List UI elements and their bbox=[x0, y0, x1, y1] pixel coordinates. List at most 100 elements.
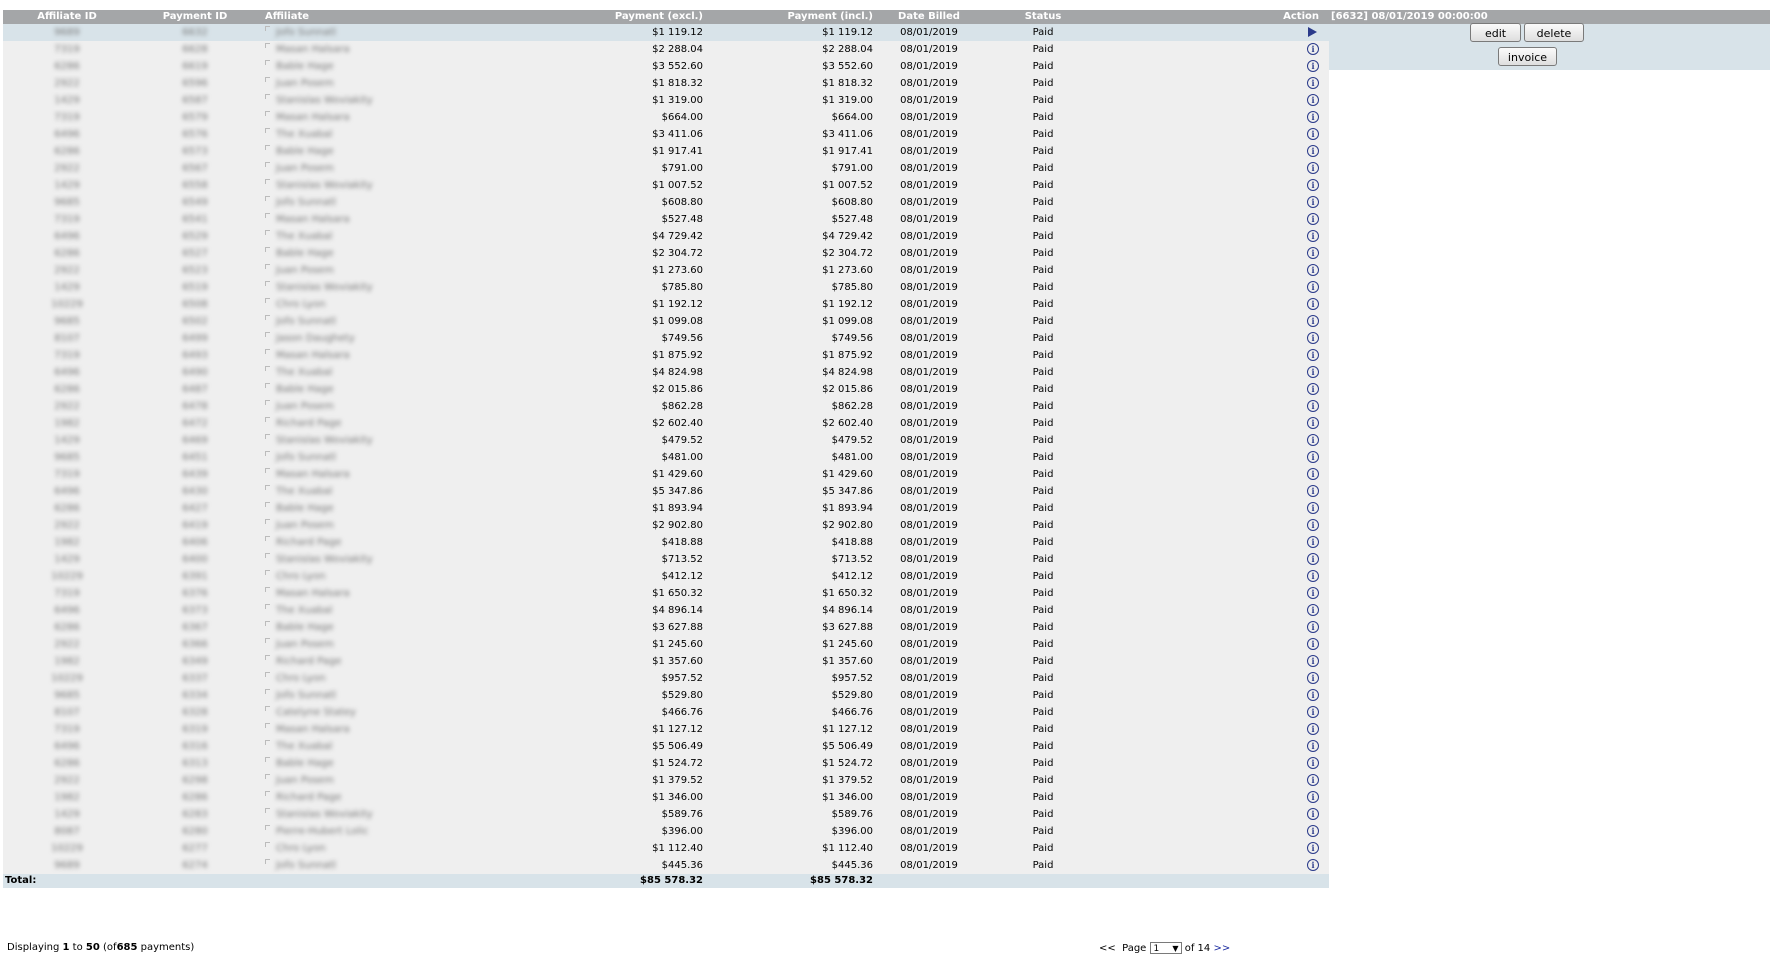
table-row[interactable]: 9685 6502 Jofo Sunnatl $1 099.08 $1 099.08 08… bbox=[3, 313, 1329, 330]
table-row[interactable]: 1429 6519 Stanislas Woviakity $785.80 $785.8… bbox=[3, 279, 1329, 296]
table-row[interactable]: 6286 6313 Bable Hage $1 524.72 $1 524.72 08/0… bbox=[3, 755, 1329, 772]
info-icon[interactable]: i bbox=[1307, 842, 1319, 854]
affiliate-name[interactable]: Masan Halsara bbox=[276, 214, 350, 225]
info-icon[interactable]: i bbox=[1307, 706, 1319, 718]
table-row[interactable]: 8107 6499 Jason Daughety $749.56 $749.56 08/0… bbox=[3, 330, 1329, 347]
table-row[interactable]: 8087 6280 Pierre-Hubert Lolic $396.00 $396.0… bbox=[3, 823, 1329, 840]
affiliate-name[interactable]: Pierre-Hubert Lolic bbox=[276, 826, 368, 837]
table-row[interactable]: 1982 6286 Richard Page $1 346.00 $1 346.00 08… bbox=[3, 789, 1329, 806]
info-icon[interactable]: i bbox=[1307, 196, 1319, 208]
affiliate-name[interactable]: Stanislas Woviakity bbox=[276, 180, 373, 191]
info-icon[interactable]: i bbox=[1307, 315, 1319, 327]
info-icon[interactable]: i bbox=[1307, 451, 1319, 463]
affiliate-name[interactable]: Jofo Sunnatl bbox=[276, 860, 336, 871]
table-row[interactable]: 7319 6541 Masan Halsara $527.48 $527.48 08/01… bbox=[3, 211, 1329, 228]
info-icon[interactable]: i bbox=[1307, 60, 1319, 72]
affiliate-name[interactable]: The Xuabal bbox=[276, 605, 332, 616]
info-icon[interactable]: i bbox=[1307, 281, 1319, 293]
info-icon[interactable]: i bbox=[1307, 723, 1319, 735]
affiliate-name[interactable]: Jofo Sunnatl bbox=[276, 197, 336, 208]
info-icon[interactable]: i bbox=[1307, 128, 1319, 140]
affiliate-name[interactable]: Masan Halsara bbox=[276, 469, 350, 480]
affiliate-name[interactable]: Jofo Sunnatl bbox=[276, 27, 336, 38]
affiliate-name[interactable]: Chro Lyon bbox=[276, 843, 326, 854]
table-row[interactable]: 2922 6298 Juan Posem $1 379.52 $1 379.52 08/0… bbox=[3, 772, 1329, 789]
info-icon[interactable]: i bbox=[1307, 587, 1319, 599]
info-icon[interactable]: i bbox=[1307, 485, 1319, 497]
info-icon[interactable]: i bbox=[1307, 383, 1319, 395]
table-row[interactable]: 1429 6558 Stanislas Woviakity $1 007.52 $1 0… bbox=[3, 177, 1329, 194]
affiliate-name[interactable]: Masan Halsara bbox=[276, 588, 350, 599]
affiliate-name[interactable]: Juan Posem bbox=[276, 163, 334, 174]
info-icon[interactable]: i bbox=[1307, 468, 1319, 480]
table-row[interactable]: 6496 6576 The Xuabal $3 411.06 $3 411.06 08/0… bbox=[3, 126, 1329, 143]
col-date-billed[interactable]: Date Billed bbox=[879, 10, 979, 24]
table-row[interactable]: 6286 6487 Bable Hage $2 015.86 $2 015.86 08/0… bbox=[3, 381, 1329, 398]
table-row[interactable]: 2922 6523 Juan Posem $1 273.60 $1 273.60 08/0… bbox=[3, 262, 1329, 279]
info-icon[interactable]: i bbox=[1307, 638, 1319, 650]
table-row[interactable]: 1429 6469 Stanislas Woviakity $479.52 $479.5… bbox=[3, 432, 1329, 449]
delete-button[interactable]: delete bbox=[1524, 23, 1584, 42]
info-icon[interactable]: i bbox=[1307, 825, 1319, 837]
affiliate-name[interactable]: Masan Halsara bbox=[276, 350, 350, 361]
table-row[interactable]: 6496 6490 The Xuabal $4 824.98 $4 824.98 08/0… bbox=[3, 364, 1329, 381]
affiliate-name[interactable]: Stanislas Woviakity bbox=[276, 554, 373, 565]
info-icon[interactable]: i bbox=[1307, 740, 1319, 752]
affiliate-name[interactable]: Chro Lyon bbox=[276, 299, 326, 310]
affiliate-name[interactable]: Richard Page bbox=[276, 418, 341, 429]
table-row[interactable]: 1429 6283 Stanislas Woviakity $589.76 $589.7… bbox=[3, 806, 1329, 823]
info-icon[interactable]: i bbox=[1307, 536, 1319, 548]
table-row[interactable]: 7319 6493 Masan Halsara $1 875.92 $1 875.92 0… bbox=[3, 347, 1329, 364]
play-icon[interactable] bbox=[1308, 27, 1317, 37]
info-icon[interactable]: i bbox=[1307, 298, 1319, 310]
affiliate-name[interactable]: Chro Lyon bbox=[276, 571, 326, 582]
info-icon[interactable]: i bbox=[1307, 264, 1319, 276]
info-icon[interactable]: i bbox=[1307, 519, 1319, 531]
affiliate-name[interactable]: Jofo Sunnatl bbox=[276, 690, 336, 701]
info-icon[interactable]: i bbox=[1307, 94, 1319, 106]
table-row[interactable]: 7319 6319 Masan Halsara $1 127.12 $1 127.12 0… bbox=[3, 721, 1329, 738]
col-affiliate-id[interactable]: Affiliate ID bbox=[3, 10, 131, 24]
affiliate-name[interactable]: Bable Hage bbox=[276, 61, 334, 72]
info-icon[interactable]: i bbox=[1307, 417, 1319, 429]
info-icon[interactable]: i bbox=[1307, 655, 1319, 667]
info-icon[interactable]: i bbox=[1307, 43, 1319, 55]
info-icon[interactable]: i bbox=[1307, 808, 1319, 820]
table-row[interactable]: 1429 6400 Stanislas Woviakity $713.52 $713.5… bbox=[3, 551, 1329, 568]
affiliate-name[interactable]: Stanislas Woviakity bbox=[276, 809, 373, 820]
table-row[interactable]: 6286 6573 Bable Hage $1 917.41 $1 917.41 08/0… bbox=[3, 143, 1329, 160]
table-row[interactable]: 6286 6619 Bable Hage $3 552.60 $3 552.60 08/0… bbox=[3, 58, 1329, 75]
col-affiliate[interactable]: Affiliate bbox=[259, 10, 423, 24]
info-icon[interactable]: i bbox=[1307, 604, 1319, 616]
affiliate-name[interactable]: Juan Posem bbox=[276, 78, 334, 89]
affiliate-name[interactable]: Jofo Sunnatl bbox=[276, 452, 336, 463]
table-row[interactable]: 6286 6427 Bable Hage $1 893.94 $1 893.94 08/0… bbox=[3, 500, 1329, 517]
info-icon[interactable]: i bbox=[1307, 77, 1319, 89]
affiliate-name[interactable]: The Xuabal bbox=[276, 741, 332, 752]
info-icon[interactable]: i bbox=[1307, 570, 1319, 582]
affiliate-name[interactable]: Bable Hage bbox=[276, 758, 334, 769]
col-payment-incl[interactable]: Payment (incl.) bbox=[709, 10, 879, 24]
affiliate-name[interactable]: The Xuabal bbox=[276, 486, 332, 497]
edit-button[interactable]: edit bbox=[1470, 23, 1521, 42]
affiliate-name[interactable]: Stanislas Woviakity bbox=[276, 282, 373, 293]
affiliate-name[interactable]: Bable Hage bbox=[276, 146, 334, 157]
affiliate-name[interactable]: Richard Page bbox=[276, 656, 341, 667]
affiliate-name[interactable]: Masan Halsara bbox=[276, 44, 350, 55]
col-payment-excl[interactable]: Payment (excl.) bbox=[423, 10, 709, 24]
info-icon[interactable]: i bbox=[1307, 349, 1319, 361]
table-row[interactable]: 7319 6376 Masan Halsara $1 650.32 $1 650.32 0… bbox=[3, 585, 1329, 602]
table-row[interactable]: 10229 6391 Chro Lyon $412.12 $412.12 08/01/20… bbox=[3, 568, 1329, 585]
table-row[interactable]: 2922 6419 Juan Posem $2 902.80 $2 902.80 08/0… bbox=[3, 517, 1329, 534]
info-icon[interactable]: i bbox=[1307, 145, 1319, 157]
affiliate-name[interactable]: Catelyne Statey bbox=[276, 707, 356, 718]
affiliate-name[interactable]: The Xuabal bbox=[276, 367, 332, 378]
table-row[interactable]: 9685 6549 Jofo Sunnatl $608.80 $608.80 08/01/… bbox=[3, 194, 1329, 211]
table-row[interactable]: 10229 6277 Chro Lyon $1 112.40 $1 112.40 08/0… bbox=[3, 840, 1329, 857]
info-icon[interactable]: i bbox=[1307, 621, 1319, 633]
affiliate-name[interactable]: Bable Hage bbox=[276, 622, 334, 633]
table-row[interactable]: 10229 6508 Chro Lyon $1 192.12 $1 192.12 08/0… bbox=[3, 296, 1329, 313]
table-row[interactable]: 1982 6406 Richard Page $418.88 $418.88 08/01/… bbox=[3, 534, 1329, 551]
affiliate-name[interactable]: Jason Daughety bbox=[276, 333, 355, 344]
affiliate-name[interactable]: Stanislas Woviakity bbox=[276, 95, 373, 106]
